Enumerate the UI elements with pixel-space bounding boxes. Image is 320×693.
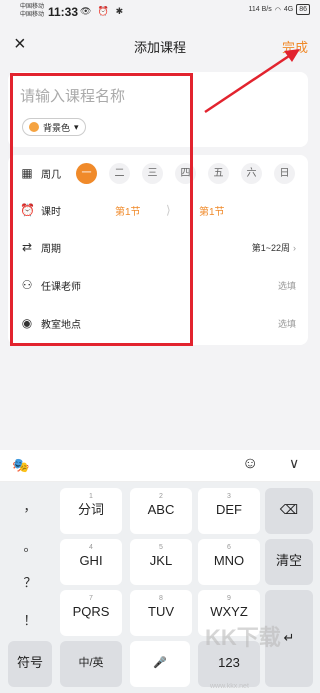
repeat-icon: ⇄	[21, 240, 33, 254]
lesson-from[interactable]: 第1节	[115, 203, 141, 218]
t9-key[interactable]: 8 TUV	[130, 590, 192, 636]
symbol-key[interactable]: 符号	[8, 641, 52, 687]
page-title: 添加课程	[133, 40, 186, 55]
teacher-input[interactable]: 选填	[278, 279, 296, 292]
weekday-chip[interactable]: 六	[241, 162, 262, 184]
weekday-selector: 一二三四五六日	[76, 162, 295, 184]
weeks-value: 第1~22周 ›	[251, 242, 296, 253]
wifi-icon: ◠	[274, 6, 281, 14]
weekday-chip[interactable]: 日	[274, 162, 295, 184]
weekday-chip[interactable]: 二	[109, 162, 130, 184]
t9-key[interactable]: 1 分词	[60, 488, 122, 534]
weekday-chip[interactable]: 一	[76, 162, 97, 184]
status-time: 11:33	[48, 5, 79, 19]
status-bar: 中国移动 中国移动 11:33 👁 ⏰ ✱ 114 B/s ◠ 4G 86	[0, 0, 320, 24]
teacher-label: 任课老师	[41, 281, 81, 293]
background-color-button[interactable]: 背景色 ▾	[22, 118, 86, 136]
location-label: 教室地点	[41, 319, 81, 331]
t9-key[interactable]: 7 PQRS	[60, 590, 122, 636]
weeks-row[interactable]: ⇄ 周期 第1~22周 ›	[8, 230, 308, 264]
weeks-label: 周期	[41, 243, 61, 255]
network-label: 4G	[283, 6, 294, 13]
delete-key[interactable]: ⌫	[265, 488, 313, 534]
course-name-card: 背景色 ▾	[8, 72, 308, 147]
location-pin-icon: ◉	[21, 316, 33, 330]
location-input[interactable]: 选填	[278, 317, 296, 330]
microphone-icon[interactable]: 🎤	[130, 641, 190, 685]
net-speed: 114 B/s	[248, 6, 272, 13]
teacher-row[interactable]: ⚇ 任课老师 选填	[8, 268, 308, 302]
status-right: 114 B/s ◠ 4G 86	[249, 4, 310, 15]
keyboard-toolbar: 🎭 ☺ ∨	[0, 450, 320, 482]
t9-key[interactable]: 4 GHI	[60, 539, 122, 585]
lesson-row[interactable]: ⏰ 课时 第1节 ⟩ 第1节	[8, 193, 308, 227]
app-header: × 添加课程 完成	[0, 28, 320, 60]
watermark-logo: KK下载	[205, 625, 281, 650]
emoji-icon[interactable]: ☺	[242, 455, 258, 473]
weekday-chip[interactable]: 三	[142, 162, 163, 184]
carrier-info: 中国移动 中国移动	[20, 4, 45, 18]
battery-icon: 86	[296, 4, 310, 15]
punct-comma-key[interactable]: ，	[8, 496, 52, 515]
course-detail-card: ▦ 周几 一二三四五六日 ⏰ 课时 第1节 ⟩ 第1节 ⇄ 周期 第1~22周 ›…	[8, 155, 308, 345]
person-icon: ⚇	[21, 278, 33, 292]
punct-period-key[interactable]: 。	[8, 536, 52, 555]
keyboard: ， 。 ？ ！ 1 分词 2 ABC 3 DEF 4 GHI 5 JKL 6 MNO 7 PQRS 8 TUV…	[0, 482, 320, 693]
keyboard-logo-icon[interactable]: 🎭	[12, 457, 29, 474]
weekday-chip[interactable]: 五	[208, 162, 229, 184]
punct-exclaim-key[interactable]: ！	[8, 610, 52, 629]
chevron-right-icon: ›	[293, 242, 296, 253]
lesson-label: 课时	[41, 206, 61, 218]
alarm-clock-icon: ⏰	[20, 203, 35, 217]
t9-key[interactable]: 6 MNO	[198, 539, 260, 585]
language-switch-key[interactable]: 中/英	[60, 641, 122, 687]
t9-key[interactable]: 2 ABC	[130, 488, 192, 534]
location-row[interactable]: ◉ 教室地点 选填	[8, 306, 308, 340]
punct-question-key[interactable]: ？	[8, 572, 52, 591]
clear-key[interactable]: 清空	[265, 539, 313, 585]
status-icons: 👁 ⏰ ✱	[80, 6, 126, 16]
weekday-row: ▦ 周几 一二三四五六日	[8, 156, 308, 190]
collapse-keyboard-icon[interactable]: ∨	[289, 455, 299, 472]
backspace-icon: ⌫	[279, 502, 299, 517]
course-name-input[interactable]	[20, 88, 280, 105]
calendar-icon: ▦	[21, 166, 33, 180]
weekday-label: 周几	[41, 169, 61, 181]
background-color-label: 背景色	[43, 122, 71, 133]
lesson-separator: ⟩	[166, 203, 171, 217]
space-key[interactable]: 🎤	[130, 641, 190, 687]
watermark-url: www.kkx.net	[210, 683, 249, 690]
caret-down-icon: ▾	[74, 121, 79, 132]
lesson-to[interactable]: 第1节	[199, 203, 225, 218]
t9-key[interactable]: 5 JKL	[130, 539, 192, 585]
color-swatch-icon	[29, 122, 39, 132]
weekday-chip[interactable]: 四	[175, 162, 196, 184]
done-button[interactable]: 完成	[282, 37, 308, 56]
t9-key[interactable]: 3 DEF	[198, 488, 260, 534]
